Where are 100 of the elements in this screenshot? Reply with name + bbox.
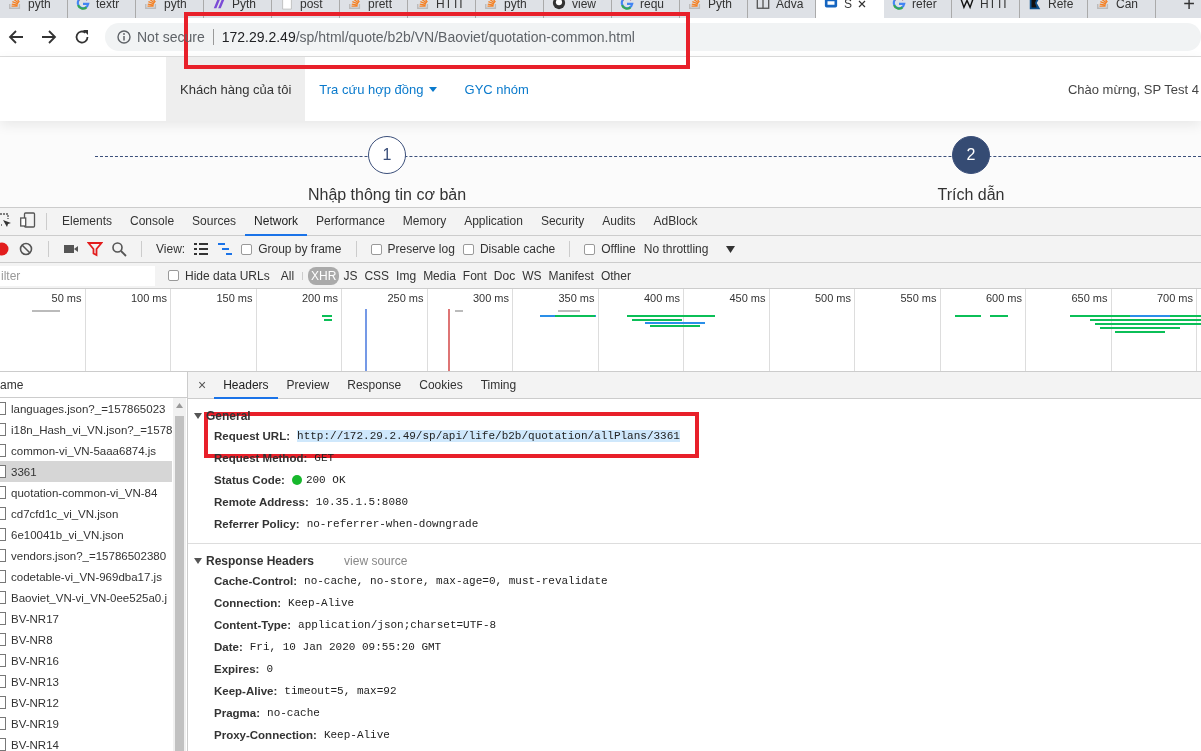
google-icon [620, 0, 634, 10]
reload-icon[interactable] [74, 29, 90, 45]
browser-tab[interactable]: textr [68, 0, 136, 18]
request-row[interactable]: cd7cfd1c_vi_VN.json [0, 503, 172, 524]
throttling-select[interactable]: No throttling [643, 242, 709, 256]
type-filter[interactable]: Manifest [545, 266, 597, 285]
panel-tab[interactable]: Memory [393, 208, 456, 236]
type-filter[interactable]: Font [459, 266, 490, 285]
type-filter[interactable]: Img [393, 266, 420, 285]
header-value: no-cache, no-store, max-age=0, must-revalidate [304, 575, 608, 587]
request-row[interactable]: BV-NR19 [0, 713, 172, 734]
detail-tab[interactable]: Cookies [410, 372, 472, 399]
request-row[interactable]: BV-NR12 [0, 692, 172, 713]
detail-tab[interactable]: Headers [214, 372, 278, 399]
type-filter[interactable]: Doc [490, 266, 519, 285]
back-icon[interactable] [8, 29, 24, 45]
browser-tab[interactable]: pyth [476, 0, 544, 18]
info-icon[interactable] [117, 30, 131, 44]
request-row[interactable]: 6e10041b_vi_VN.json [0, 524, 172, 545]
type-filter[interactable]: Other [597, 266, 634, 285]
time-tick: 500 ms [814, 292, 851, 305]
new-tab-button[interactable]: + [1183, 0, 1195, 11]
panel-tab[interactable]: Elements [53, 208, 122, 236]
browser-tab[interactable]: refer [884, 0, 952, 18]
type-filter[interactable]: JS [340, 266, 361, 285]
dropdown-icon[interactable] [726, 245, 736, 253]
time-tick: 300 ms [472, 292, 509, 305]
option-label: Preserve log [387, 242, 455, 256]
browser-tab[interactable]: Pyth [204, 0, 272, 18]
request-row[interactable]: BV-NR14 [0, 734, 172, 751]
forward-icon[interactable] [41, 29, 57, 45]
request-row[interactable]: i18n_Hash_vi_VN.json?_=1578 [0, 419, 172, 440]
status-dot-icon [291, 475, 302, 485]
type-filter[interactable]: WS [519, 266, 545, 285]
checkbox[interactable] [462, 243, 474, 255]
checkbox[interactable] [241, 243, 253, 255]
waterfall-icon[interactable] [217, 241, 234, 257]
device-icon[interactable] [20, 212, 36, 228]
request-row[interactable]: languages.json?_=157865023 [0, 398, 172, 419]
browser-tab[interactable]: post [272, 0, 340, 18]
browser-tab[interactable]: prett [340, 0, 408, 18]
scrollbar[interactable] [173, 398, 186, 751]
time-tick: 250 ms [387, 292, 424, 305]
nav-item[interactable]: Khách hàng của tôi [166, 57, 306, 121]
clear-icon[interactable] [18, 241, 34, 257]
search-icon[interactable] [111, 241, 127, 257]
close-icon[interactable] [858, 0, 866, 8]
browser-tab[interactable]: Refe [1020, 0, 1088, 18]
panel-tab[interactable]: Application [455, 208, 532, 236]
close-button[interactable]: × [196, 372, 215, 398]
nav-item[interactable]: Tra cứu hợp đồng [305, 57, 451, 121]
view-source-link[interactable]: view source [344, 554, 408, 568]
panel-tab[interactable]: Audits [593, 208, 645, 236]
request-row[interactable]: common-vi_VN-5aaa6874.js [0, 440, 172, 461]
filter-field[interactable]: ilter [0, 265, 155, 286]
request-row[interactable]: vendors.json?_=15786502380 [0, 545, 172, 566]
request-row[interactable]: codetable-vi_VN-969dba17.js [0, 566, 172, 587]
detail-tab[interactable]: Preview [277, 372, 339, 399]
collapse-icon[interactable] [194, 558, 202, 564]
filter-icon[interactable] [87, 241, 103, 257]
stack-icon [348, 0, 362, 10]
scrollbar-thumb[interactable] [175, 416, 184, 751]
browser-tab[interactable]: Pyth [680, 0, 748, 18]
type-filter[interactable]: CSS [361, 266, 393, 285]
type-filter[interactable]: All [277, 266, 298, 285]
browser-tab[interactable]: HTTI [408, 0, 476, 18]
header-key: Pragma: [214, 707, 261, 719]
request-row[interactable]: quotation-common-vi_VN-84 [0, 482, 172, 503]
browser-tab[interactable]: view [544, 0, 612, 18]
browser-tab[interactable]: S [816, 0, 884, 18]
checkbox[interactable] [584, 243, 596, 255]
browser-tab[interactable]: requ [612, 0, 680, 18]
detail-tab[interactable]: Timing [471, 372, 526, 399]
browser-tab[interactable]: pyth [0, 0, 68, 18]
request-row[interactable]: BV-NR8 [0, 629, 172, 650]
collapse-icon[interactable] [194, 413, 202, 419]
inspect-icon[interactable] [0, 213, 12, 229]
request-row[interactable]: BV-NR13 [0, 671, 172, 692]
time-tick: 200 ms [301, 292, 338, 305]
column-header[interactable]: ame [0, 377, 24, 392]
browser-tab[interactable]: pyth [136, 0, 204, 18]
browser-tab[interactable]: HTTI [952, 0, 1020, 18]
panel-tab[interactable]: Performance [307, 208, 394, 236]
panel-tab[interactable]: Console [121, 208, 184, 236]
detail-tab[interactable]: Response [338, 372, 411, 399]
section-title[interactable]: Response Headers [206, 554, 315, 568]
checkbox[interactable] [168, 270, 179, 281]
type-filter[interactable]: Media [420, 266, 459, 285]
nav-item[interactable]: GYC nhóm [450, 57, 543, 121]
panel-tab[interactable]: Sources [183, 208, 246, 236]
request-row[interactable]: BV-NR16 [0, 650, 172, 671]
panel-tab[interactable]: AdBlock [644, 208, 707, 236]
request-row[interactable]: BV-NR17 [0, 608, 172, 629]
browser-tab[interactable]: Can [1088, 0, 1156, 18]
panel-tab[interactable]: Security [531, 208, 594, 236]
request-row[interactable]: Baoviet_VN-vi_VN-0ee525a0.j [0, 587, 172, 608]
checkbox[interactable] [370, 243, 382, 255]
google-icon [76, 0, 90, 10]
list-icon[interactable] [193, 241, 210, 257]
request-row[interactable]: 3361 [0, 461, 172, 482]
